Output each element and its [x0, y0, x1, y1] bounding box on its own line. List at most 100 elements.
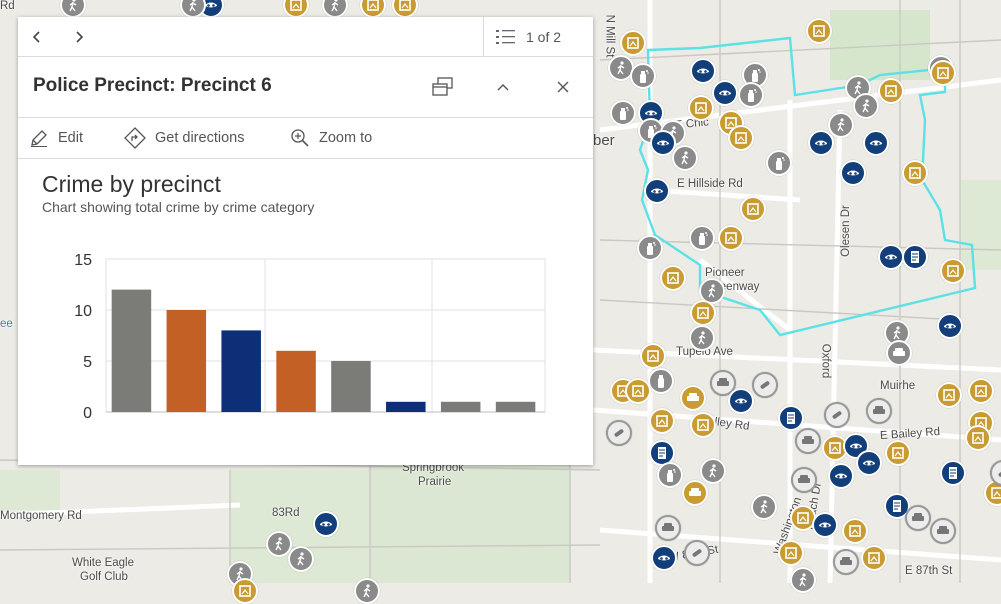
crime-marker[interactable]	[728, 125, 754, 151]
crime-marker[interactable]	[630, 63, 656, 89]
frame-icon	[239, 585, 251, 597]
crime-marker[interactable]	[886, 340, 912, 366]
crime-marker[interactable]	[905, 505, 931, 531]
crime-marker[interactable]	[861, 545, 887, 571]
chart-bar[interactable]	[386, 401, 426, 412]
close-button[interactable]	[551, 75, 575, 99]
crime-marker[interactable]	[606, 420, 632, 446]
crime-marker[interactable]	[657, 462, 683, 488]
crime-marker[interactable]	[902, 160, 928, 186]
chart-bar[interactable]	[276, 350, 316, 412]
chart-bar[interactable]	[111, 289, 152, 412]
crime-marker[interactable]	[660, 265, 686, 291]
crime-marker[interactable]	[833, 549, 859, 575]
crime-marker[interactable]	[610, 100, 636, 126]
crime-marker[interactable]	[751, 494, 777, 520]
crime-marker[interactable]	[937, 313, 963, 339]
crime-marker[interactable]	[232, 578, 258, 604]
crime-marker[interactable]	[940, 460, 966, 486]
crime-marker[interactable]	[791, 467, 817, 493]
springbrook-prairie-area	[370, 465, 570, 583]
crime-marker[interactable]	[690, 300, 716, 326]
crime-marker[interactable]	[684, 540, 710, 566]
crime-marker[interactable]	[354, 578, 380, 604]
crime-marker[interactable]	[752, 372, 778, 398]
crime-marker[interactable]	[718, 225, 744, 251]
crime-marker[interactable]	[644, 178, 670, 204]
crime-marker[interactable]	[740, 196, 766, 222]
next-feature-button[interactable]	[60, 17, 98, 56]
crime-marker[interactable]	[790, 567, 816, 593]
crime-marker[interactable]	[690, 58, 716, 84]
chart-bar[interactable]	[440, 401, 481, 412]
crime-marker[interactable]	[863, 130, 889, 156]
collapse-button[interactable]	[491, 75, 515, 99]
street-label: Oxford	[819, 343, 832, 379]
crime-marker[interactable]	[840, 160, 866, 186]
crime-marker[interactable]	[812, 512, 838, 538]
directions-label: Get directions	[155, 130, 245, 146]
frame-icon	[829, 442, 841, 454]
crime-marker[interactable]	[965, 425, 991, 451]
crime-marker[interactable]	[795, 428, 821, 454]
crime-marker[interactable]	[842, 518, 868, 544]
car-icon	[873, 406, 885, 414]
feature-list-button[interactable]: 1 of 2	[483, 17, 593, 56]
edit-action[interactable]: Edit	[29, 118, 83, 158]
crime-marker[interactable]	[655, 515, 681, 541]
crime-marker[interactable]	[625, 378, 651, 404]
crime-marker[interactable]	[288, 546, 314, 572]
crime-marker[interactable]	[637, 235, 663, 261]
dock-button[interactable]	[431, 75, 455, 99]
crime-marker[interactable]	[930, 60, 956, 86]
crime-marker[interactable]	[936, 382, 962, 408]
crime-marker[interactable]	[648, 368, 674, 394]
crime-marker[interactable]	[690, 412, 716, 438]
walker-icon	[297, 552, 305, 566]
crime-marker[interactable]	[689, 225, 715, 251]
crime-marker[interactable]	[649, 408, 675, 434]
crime-marker[interactable]	[824, 402, 850, 428]
crime-marker[interactable]	[672, 145, 698, 171]
crime-marker[interactable]	[689, 325, 715, 351]
crime-marker[interactable]	[968, 378, 994, 404]
crime-marker[interactable]	[902, 244, 928, 270]
crime-marker[interactable]	[651, 545, 677, 571]
crime-marker[interactable]	[828, 112, 854, 138]
chart-bar[interactable]	[166, 310, 207, 412]
crime-marker[interactable]	[806, 18, 832, 44]
crime-marker[interactable]	[828, 463, 854, 489]
chart-bar[interactable]	[495, 401, 536, 412]
crime-marker[interactable]	[853, 93, 879, 119]
crime-marker[interactable]	[930, 518, 956, 544]
crime-marker[interactable]	[766, 150, 792, 176]
frame-icon	[290, 0, 302, 11]
crime-marker[interactable]	[808, 130, 834, 156]
crime-marker[interactable]	[878, 244, 904, 270]
chart-bar[interactable]	[331, 361, 371, 412]
frame-icon	[947, 265, 959, 277]
crime-marker[interactable]	[738, 82, 764, 108]
crime-marker[interactable]	[682, 480, 708, 506]
crime-marker[interactable]	[940, 258, 966, 284]
previous-feature-button[interactable]	[18, 17, 56, 56]
crime-marker[interactable]	[728, 388, 754, 414]
crime-marker[interactable]	[688, 95, 714, 121]
crime-marker[interactable]	[640, 343, 666, 369]
chart-bar[interactable]	[221, 330, 261, 412]
frame-icon	[697, 419, 709, 431]
crime-marker[interactable]	[885, 440, 911, 466]
zoom-to-action[interactable]: Zoom to	[290, 118, 372, 158]
crime-marker[interactable]	[620, 30, 646, 56]
get-directions-action[interactable]: Get directions	[124, 118, 244, 158]
crime-marker[interactable]	[856, 450, 882, 476]
thief-icon	[835, 473, 847, 479]
crime-marker[interactable]	[313, 511, 339, 537]
crime-marker[interactable]	[778, 540, 804, 566]
crime-marker[interactable]	[700, 458, 726, 484]
crime-marker[interactable]	[778, 405, 804, 431]
crime-marker[interactable]	[680, 385, 706, 411]
crime-marker[interactable]	[712, 80, 738, 106]
crime-marker[interactable]	[878, 78, 904, 104]
crime-marker[interactable]	[866, 398, 892, 424]
